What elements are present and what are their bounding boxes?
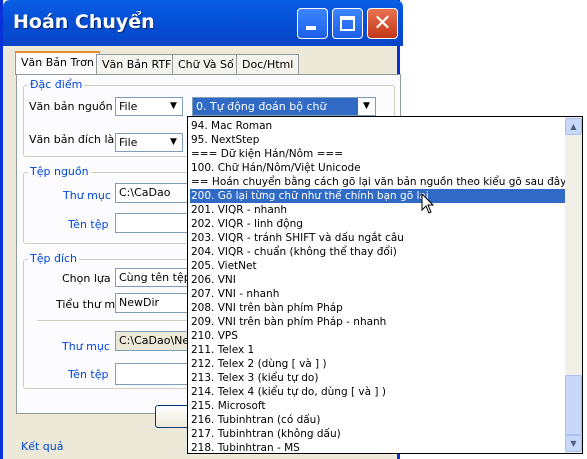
dropdown-item[interactable]: 213. Telex 3 (kiểu tự do) [190, 371, 565, 385]
target-text-label: Văn bản đích là [29, 133, 115, 146]
dropdown-item[interactable]: === Dữ kiện Hán/Nôm === [190, 147, 565, 161]
dropdown-item[interactable]: 207. VNI - nhanh [190, 287, 565, 301]
dropdown-item[interactable]: 202. VIQR - linh động [190, 217, 565, 231]
result-label: Kết quả [21, 440, 64, 453]
source-filename-label: Tên tệp [68, 218, 109, 231]
dropdown-item[interactable]: 94. Mac Roman [190, 119, 565, 133]
encoding-select[interactable]: 0. Tự động đoán bộ chữ ▼ [192, 97, 376, 116]
source-format-select[interactable]: File ▼ [115, 97, 183, 116]
chevron-down-icon: ▼ [358, 98, 375, 115]
dropdown-item[interactable]: 203. VIQR - tránh SHIFT và dấu ngắt câu [190, 231, 565, 245]
dropdown-item[interactable]: 200. Gõ lại từng chữ như thể chính bạn g… [190, 189, 565, 203]
source-text-label: Văn bản nguồn [29, 100, 113, 113]
divider [37, 320, 205, 321]
dropdown-item[interactable]: 212. Telex 2 (dùng [ và ] ) [190, 357, 565, 371]
tab-rtf-text[interactable]: Văn Bản RTF [96, 54, 178, 74]
dropdown-item[interactable]: 214. Telex 4 (kiểu tự do, dùng [ và ] ) [190, 385, 565, 399]
source-file-group-title: Tệp nguồn [28, 165, 91, 178]
dropdown-item[interactable]: 217. Tubinhtran (không dấu) [190, 427, 565, 441]
scroll-up-button[interactable]: ▲ [565, 118, 582, 135]
window-title: Hoán Chuyển [13, 11, 155, 33]
dropdown-item[interactable]: 209. VNI trên bàn phím Pháp - nhanh [190, 315, 565, 329]
features-group-title: Đặc điểm [28, 78, 85, 91]
dropdown-item[interactable]: 204. VIQR - chuẩn (không thể thay đổi) [190, 245, 565, 259]
tab-doc-html[interactable]: Doc/Html [236, 54, 300, 74]
dropdown-item[interactable]: 211. Telex 1 [190, 343, 565, 357]
dropdown-item[interactable]: 215. Microsoft [190, 399, 565, 413]
encoding-dropdown-list[interactable]: 94. Mac Roman 95. NextStep === Dữ kiện Hán… [187, 116, 583, 454]
dropdown-item[interactable]: == Hoán chuyển bằng cách gõ lại văn bản … [190, 175, 565, 189]
dropdown-item[interactable]: 206. VNI [190, 273, 565, 287]
scroll-down-button[interactable]: ▼ [565, 435, 582, 452]
close-button[interactable]: ✕ [367, 8, 398, 39]
source-folder-label: Thư mục [63, 189, 111, 202]
close-icon: ✕ [373, 11, 392, 36]
title-bar[interactable]: Hoán Chuyển ✕ [3, 0, 403, 46]
scroll-thumb[interactable] [565, 375, 582, 435]
dropdown-item[interactable]: 208. VNI trên bàn phím Pháp [190, 301, 565, 315]
target-file-group-title: Tệp đích [28, 252, 80, 265]
tab-plain-text[interactable]: Văn Bản Trơn [15, 51, 100, 75]
dropdown-item[interactable]: 210. VPS [190, 329, 565, 343]
target-filename-label: Tên tệp [68, 368, 109, 381]
dropdown-item[interactable]: 216. Tubinhtran (có dấu) [190, 413, 565, 427]
minimize-icon [306, 26, 316, 30]
chevron-down-icon: ▼ [165, 134, 182, 151]
target-format-select[interactable]: File ▼ [115, 133, 183, 152]
dropdown-item[interactable]: 95. NextStep [190, 133, 565, 147]
dropdown-item[interactable]: 201. VIQR - nhanh [190, 203, 565, 217]
dropdown-item[interactable]: 218. Tubinhtran - MS [190, 441, 565, 453]
maximize-icon [340, 16, 355, 31]
mouse-pointer-icon [421, 193, 435, 214]
minimize-button[interactable] [297, 8, 328, 39]
tab-alphanumeric[interactable]: Chữ Và Số [172, 54, 240, 74]
dropdown-scrollbar[interactable]: ▲ ▼ [565, 117, 582, 453]
target-option-label: Chọn lựa [62, 272, 111, 285]
maximize-button[interactable] [332, 8, 363, 39]
dropdown-item[interactable]: 100. Chữ Hán/Nôm/Việt Unicode [190, 161, 565, 175]
target-folder-label: Thư mục [62, 340, 110, 353]
dropdown-item[interactable]: 205. VietNet [190, 259, 565, 273]
chevron-down-icon: ▼ [165, 98, 182, 115]
